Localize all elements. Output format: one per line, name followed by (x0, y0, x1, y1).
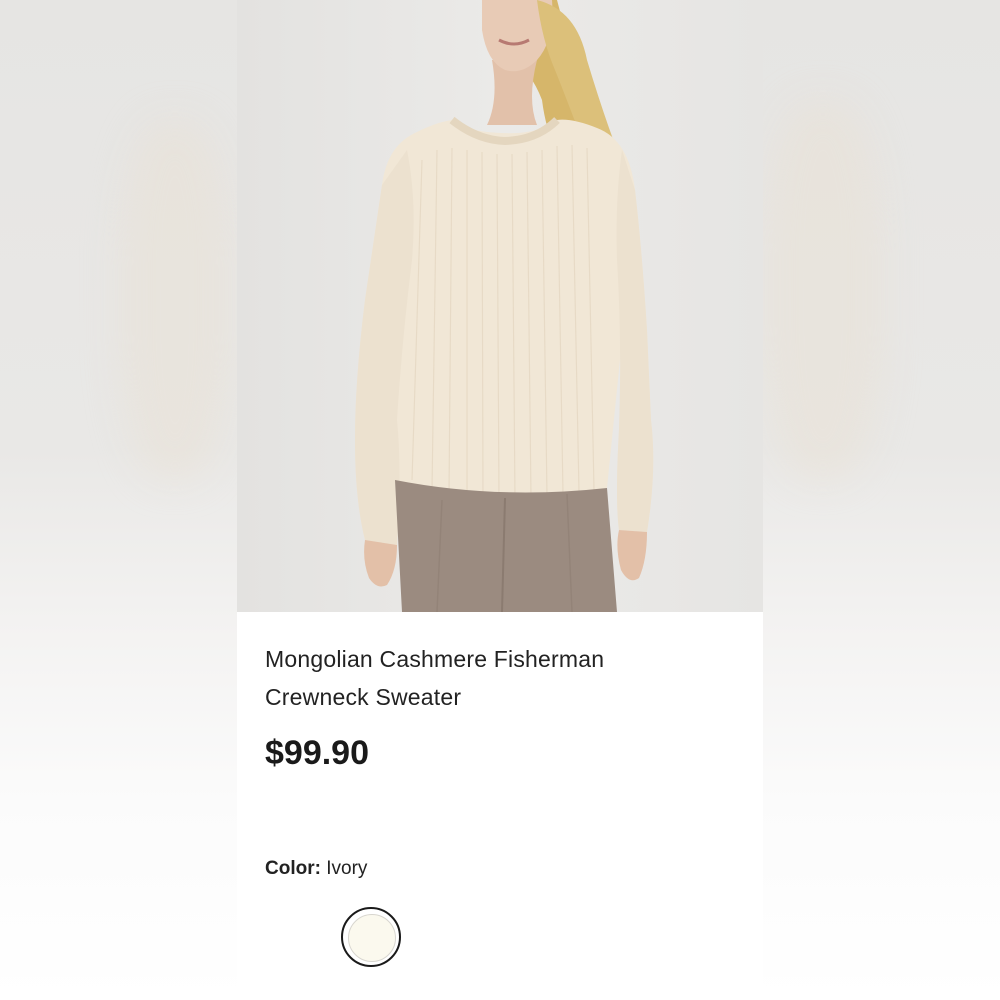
color-label: Color: (265, 858, 321, 879)
blurred-backdrop-right (763, 0, 1000, 1000)
product-title-line1: Mongolian Cashmere Fisherman (265, 646, 605, 672)
color-selection-label: Color: Ivory (265, 858, 367, 880)
product-card: Mongolian Cashmere Fisherman Crewneck Sw… (237, 0, 763, 1000)
product-price: $99.90 (265, 734, 369, 772)
swatch-fill (348, 914, 396, 962)
product-title-line2: Crewneck Sweater (265, 684, 462, 710)
product-title: Mongolian Cashmere Fisherman Crewneck Sw… (265, 640, 735, 716)
blurred-backdrop-left (0, 0, 237, 1000)
color-value: Ivory (326, 858, 368, 879)
model-photo (355, 0, 654, 612)
product-image[interactable] (237, 0, 763, 612)
color-swatch-ivory[interactable] (341, 907, 401, 967)
